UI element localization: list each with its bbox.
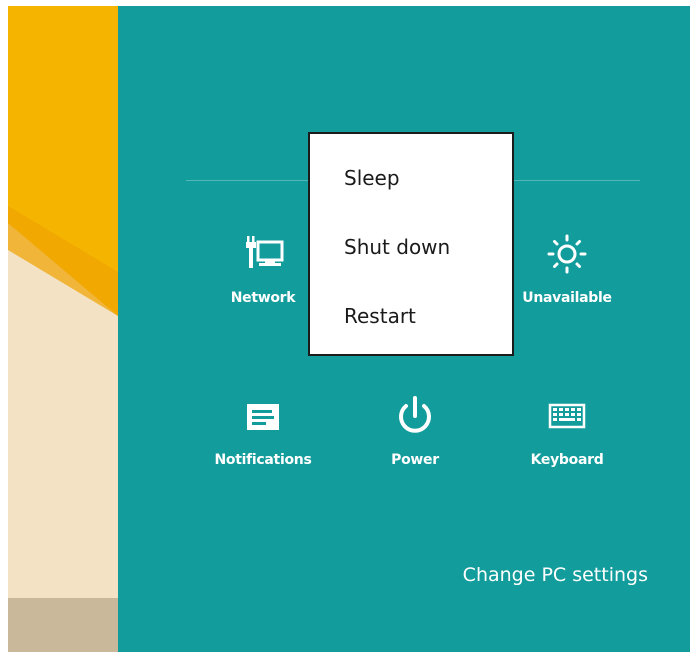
brightness-tile[interactable]: Unavailable xyxy=(502,230,632,306)
brightness-label: Unavailable xyxy=(522,290,612,306)
notifications-icon xyxy=(247,404,279,430)
brightness-sun-icon xyxy=(547,234,587,274)
power-options-menu: Sleep Shut down Restart xyxy=(308,132,514,356)
desktop-bottom-band xyxy=(8,598,118,652)
power-label: Power xyxy=(391,452,439,468)
notifications-tile[interactable]: Notifications xyxy=(198,392,328,468)
power-icon xyxy=(399,396,431,433)
keyboard-label: Keyboard xyxy=(530,452,604,468)
shut-down-menu-item[interactable]: Shut down xyxy=(344,235,450,259)
keyboard-icon xyxy=(548,403,586,429)
notifications-label: Notifications xyxy=(214,452,312,468)
keyboard-tile[interactable]: Keyboard xyxy=(502,392,632,468)
network-monitor-icon xyxy=(246,236,284,268)
restart-menu-item[interactable]: Restart xyxy=(344,304,416,328)
desktop-background xyxy=(8,6,118,652)
screenshot-frame: Network Unavailable Notifications Power … xyxy=(8,6,690,652)
sleep-menu-item[interactable]: Sleep xyxy=(344,166,400,190)
power-tile[interactable]: Power xyxy=(350,392,480,468)
change-pc-settings-link[interactable]: Change PC settings xyxy=(463,564,648,586)
